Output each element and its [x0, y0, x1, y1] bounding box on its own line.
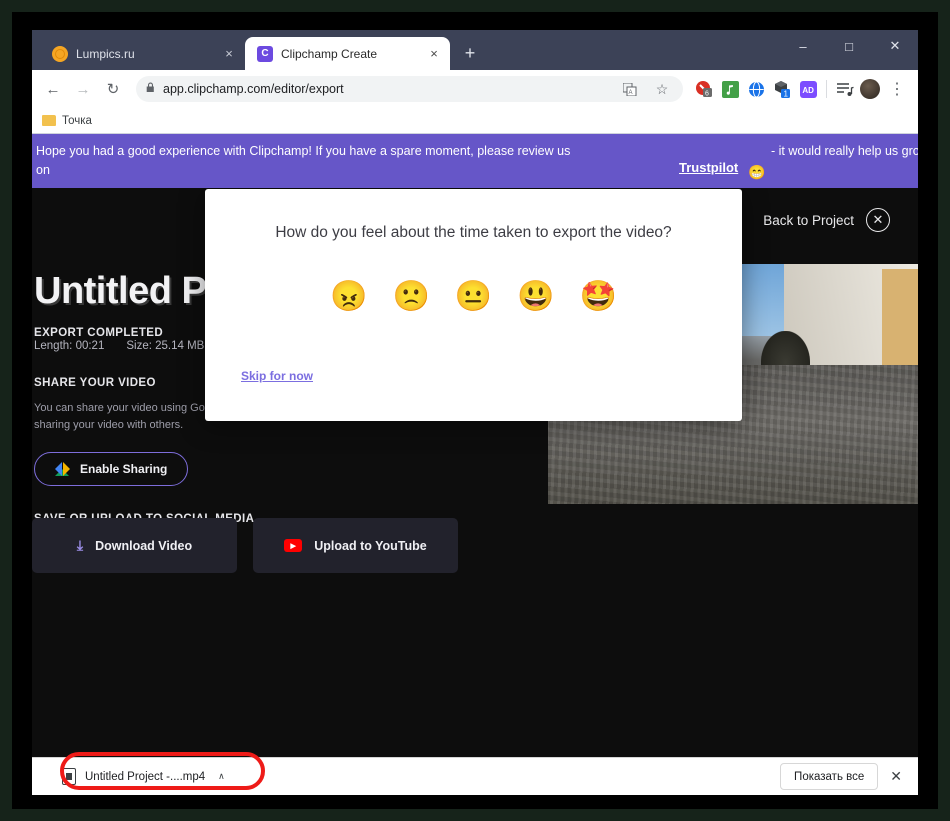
svg-text:AD: AD	[802, 86, 814, 95]
tab-title: Clipchamp Create	[281, 46, 378, 61]
download-bar-actions: Показать все ✕	[780, 763, 908, 790]
download-video-label: Download Video	[95, 538, 193, 553]
browser-toolbar: ← → ↻ app.clipchamp.com/editor/export A …	[32, 70, 918, 108]
tab-close-icon[interactable]: ×	[426, 46, 442, 62]
grin-emoji: 😁	[748, 164, 766, 180]
promo-text-start: Hope you had a good experience with Clip…	[36, 144, 571, 158]
upload-to-youtube-button[interactable]: ▶ Upload to YouTube	[253, 518, 458, 573]
feedback-modal: How do you feel about the time taken to …	[205, 189, 742, 421]
back-to-project-label: Back to Project	[763, 212, 854, 228]
back-to-project-control[interactable]: Back to Project ✕	[763, 208, 890, 232]
rating-angry[interactable]: 😠	[330, 282, 367, 312]
download-item[interactable]: Untitled Project -....mp4 ∧	[52, 764, 235, 790]
rating-frowning[interactable]: 🙁	[392, 282, 429, 312]
youtube-icon: ▶	[284, 539, 303, 552]
bookmark-star-icon[interactable]: ☆	[651, 78, 673, 100]
enable-sharing-label: Enable Sharing	[80, 462, 168, 476]
close-window-button[interactable]: ✕	[872, 30, 918, 62]
lumpics-favicon	[52, 45, 68, 62]
svg-text:A: A	[629, 90, 633, 96]
chevron-up-icon[interactable]: ∧	[218, 771, 225, 782]
enable-sharing-button[interactable]: Enable Sharing	[34, 452, 189, 486]
upload-youtube-label: Upload to YouTube	[314, 538, 427, 553]
minimize-button[interactable]: –	[780, 30, 826, 62]
svg-text:1: 1	[784, 90, 789, 99]
tab-strip: Lumpics.ru × C Clipchamp Create × + – □ …	[32, 30, 918, 70]
close-icon[interactable]: ✕	[866, 208, 890, 232]
package-extension-icon[interactable]: 1	[771, 78, 793, 100]
toolbar-divider	[826, 80, 827, 98]
length-value: Length: 00:21	[34, 340, 105, 352]
url-text: app.clipchamp.com/editor/export	[163, 82, 344, 96]
tab-title: Lumpics.ru	[76, 46, 135, 61]
size-value: Size: 25.14 MB	[126, 340, 205, 352]
profile-avatar[interactable]	[860, 79, 880, 99]
ad-extension-icon[interactable]: AD	[797, 78, 819, 100]
browser-tab-clipchamp[interactable]: C Clipchamp Create ×	[245, 37, 450, 70]
close-download-bar-icon[interactable]: ✕	[890, 768, 908, 785]
address-bar[interactable]: app.clipchamp.com/editor/export A ☆	[136, 76, 683, 102]
rating-emoji-row: 😠 🙁 😐 😃 🤩	[205, 282, 742, 312]
promo-text-end: - it would really help us grow	[771, 144, 918, 158]
forward-icon[interactable]: →	[70, 76, 96, 102]
tab-close-icon[interactable]: ×	[221, 46, 237, 62]
building-yellow	[882, 268, 918, 365]
music-extension-icon[interactable]	[719, 78, 741, 100]
export-meta: Length: 00:21 Size: 25.14 MB	[34, 340, 204, 352]
browser-window: Lumpics.ru × C Clipchamp Create × + – □ …	[32, 30, 918, 795]
file-icon	[62, 768, 76, 785]
svg-text:6: 6	[705, 91, 709, 98]
trustpilot-link[interactable]: Trustpilot	[679, 158, 738, 177]
maximize-button[interactable]: □	[826, 30, 872, 62]
download-bar: Untitled Project -....mp4 ∧ Показать все…	[32, 757, 918, 795]
bookmark-tochka[interactable]: Точка	[62, 115, 92, 127]
rating-neutral[interactable]: 😐	[455, 282, 492, 312]
trustpilot-promo-banner: Hope you had a good experience with Clip…	[32, 134, 918, 188]
screenshot-root: Lumpics.ru × C Clipchamp Create × + – □ …	[0, 0, 950, 821]
browser-tab-lumpics[interactable]: Lumpics.ru ×	[40, 37, 245, 70]
clipchamp-export-screen: Back to Project ✕ Untitled Project EXPOR…	[32, 188, 918, 785]
window-controls: – □ ✕	[780, 30, 918, 62]
new-tab-button[interactable]: +	[456, 39, 484, 67]
translate-icon[interactable]: A	[619, 78, 641, 100]
folder-icon	[42, 115, 56, 126]
promo-text-wrap: on	[36, 163, 50, 177]
back-icon[interactable]: ←	[40, 76, 66, 102]
reading-list-icon[interactable]	[834, 78, 856, 100]
download-file-name: Untitled Project -....mp4	[85, 770, 206, 783]
google-drive-icon	[55, 462, 70, 476]
rating-star-struck[interactable]: 🤩	[580, 282, 617, 312]
browser-menu-icon[interactable]: ⋮	[884, 76, 910, 102]
rating-grinning[interactable]: 😃	[517, 282, 554, 312]
show-all-downloads-button[interactable]: Показать все	[780, 763, 879, 790]
clipchamp-favicon: C	[257, 45, 273, 62]
export-status-label: EXPORT COMPLETED	[34, 327, 164, 339]
share-heading: SHARE YOUR VIDEO	[34, 377, 156, 389]
feedback-question: How do you feel about the time taken to …	[275, 224, 672, 241]
reload-icon[interactable]: ↻	[100, 76, 126, 102]
adblock-extension-icon[interactable]: 6	[693, 78, 715, 100]
social-buttons-row: ⤓ Download Video ▶ Upload to YouTube	[32, 518, 458, 573]
download-video-button[interactable]: ⤓ Download Video	[32, 518, 237, 573]
globe-extension-icon[interactable]	[745, 78, 767, 100]
bookmarks-bar: Точка	[32, 108, 918, 134]
page-content: Hope you had a good experience with Clip…	[32, 134, 918, 785]
skip-for-now-link[interactable]: Skip for now	[241, 369, 313, 383]
download-icon: ⤓	[76, 537, 84, 553]
lock-icon	[146, 82, 155, 96]
